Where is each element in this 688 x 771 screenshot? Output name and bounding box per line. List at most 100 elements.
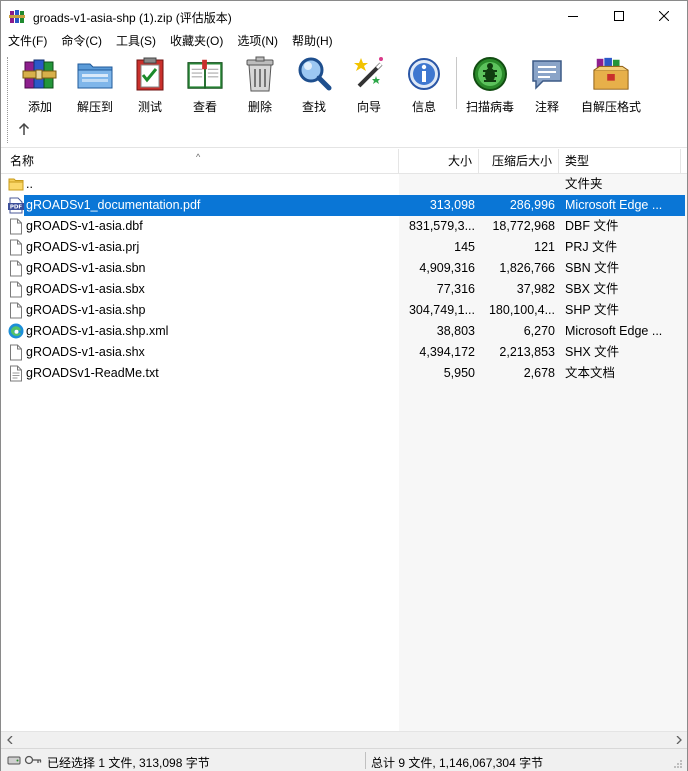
file-row[interactable]: gROADSv1-ReadMe.txt 5,950 2,678 文本文档 [1,363,685,384]
file-type: 文件夹 [565,177,603,191]
file-size: 77,316 [436,282,475,296]
key-icon [24,754,42,769]
file-type: DBF 文件 [565,219,619,233]
file-rows: .. 文件夹 PDF gROADSv1_documentation.pdf 313,09… [1,174,687,384]
file-name: .. [26,177,33,191]
menu-commands[interactable]: 命令(C) [54,31,109,51]
delete-button[interactable]: 删除 [243,55,277,117]
books-add-icon [21,55,59,93]
file-name: gROADS-v1-asia.prj [26,240,140,254]
comment-icon [528,55,566,93]
menu-file[interactable]: 文件(F) [1,31,54,51]
wizard-button[interactable]: 向导 [351,55,387,117]
scan-virus-button[interactable]: 扫描病毒 [464,55,516,117]
maximize-button[interactable] [596,1,642,31]
edge-icon [8,323,24,340]
file-type: PRJ 文件 [565,240,618,254]
file-row[interactable]: PDF gROADSv1_documentation.pdf 313,098 286,… [1,195,685,216]
horizontal-scrollbar[interactable] [1,731,687,748]
column-header-packed[interactable]: 压缩后大小 [479,149,559,173]
test-button[interactable]: 测试 [133,55,167,117]
file-packed-size: 1,826,766 [499,261,555,275]
file-size: 4,394,172 [419,345,475,359]
file-row[interactable]: gROADS-v1-asia.sbn 4,909,316 1,826,766 SBN … [1,258,685,279]
file-packed-size: 37,982 [516,282,555,296]
sfx-button[interactable]: 自解压格式 [580,55,642,117]
book-view-icon [186,55,224,93]
column-header-size[interactable]: 大小 [399,149,479,173]
text-file-icon [8,365,24,382]
file-packed-size: 286,996 [509,198,555,212]
file-row[interactable]: gROADS-v1-asia.prj 145 121 PRJ 文件 [1,237,685,258]
find-button[interactable]: 查找 [296,55,332,117]
arrow-up-icon [18,122,30,139]
column-header-more[interactable] [681,149,687,173]
file-type: Microsoft Edge ... [565,324,663,338]
column-header-name[interactable]: ^ 名称 [1,149,399,173]
file-packed-size: 180,100,4... [488,303,555,317]
status-divider [365,752,366,769]
file-name: gROADS-v1-asia.shp.xml [26,324,169,338]
file-type: SBX 文件 [565,282,619,296]
column-header-type[interactable]: 类型 [559,149,681,173]
file-name: gROADS-v1-asia.sbn [26,261,146,275]
trash-icon [241,55,279,93]
title-bar[interactable]: groads-v1-asia-shp (1).zip (评估版本) [1,1,687,31]
resize-grip-icon[interactable] [673,758,683,768]
file-name: gROADSv1_documentation.pdf [26,198,201,212]
file-row[interactable]: gROADS-v1-asia.shp 304,749,1... 180,100,4.… [1,300,685,321]
file-type: SBN 文件 [565,261,620,275]
file-icon [8,218,24,235]
file-list: ^ 名称 大小 压缩后大小 类型 .. 文件夹 PDF gROADSv1_docume… [1,149,687,731]
file-name: gROADS-v1-asia.sbx [26,282,145,296]
comment-button[interactable]: 注释 [530,55,564,117]
toolbar-divider [1,147,687,148]
file-type: Microsoft Edge ... [565,198,663,212]
file-type: SHX 文件 [565,345,620,359]
up-folder-button[interactable] [15,121,33,139]
menu-favorites[interactable]: 收藏夹(O) [163,31,230,51]
toolbar-grip[interactable] [7,57,9,143]
scroll-right-button[interactable] [670,732,687,748]
menu-options[interactable]: 选项(N) [230,31,285,51]
file-size [399,174,475,195]
info-icon [405,55,443,93]
file-row[interactable]: gROADS-v1-asia.shx 4,394,172 2,213,853 SHX … [1,342,685,363]
file-row[interactable]: .. 文件夹 [1,174,685,195]
status-icons [7,754,42,769]
toolbar: 添加 解压到 测试 查看 删除 查找 向导 信息 扫描病毒 注释 自解压格式 [1,51,687,149]
file-icon [8,302,24,319]
menu-bar: 文件(F) 命令(C) 工具(S) 收藏夹(O) 选项(N) 帮助(H) [1,31,687,51]
wizard-label: 向导 [356,100,381,114]
folder-icon [8,176,24,193]
drive-icon [7,754,21,769]
add-label: 添加 [27,100,52,114]
clipboard-test-icon [131,55,169,93]
add-button[interactable]: 添加 [19,55,61,117]
file-row[interactable]: gROADS-v1-asia.dbf 831,579,3... 18,772,968… [1,216,685,237]
menu-tools[interactable]: 工具(S) [109,31,163,51]
minimize-button[interactable] [550,1,596,31]
comment-label: 注释 [534,100,559,114]
view-button[interactable]: 查看 [183,55,227,117]
scan-virus-label: 扫描病毒 [465,100,514,114]
file-type: 文本文档 [565,366,616,380]
wizard-wand-icon [350,55,388,93]
sort-ascending-icon: ^ [196,152,201,162]
status-bar: 已经选择 1 文件, 313,098 字节 总计 9 文件, 1,146,067… [1,748,687,771]
file-row[interactable]: gROADS-v1-asia.shp.xml 38,803 6,270 Microso… [1,321,685,342]
menu-help[interactable]: 帮助(H) [285,31,340,51]
delete-label: 删除 [247,100,272,114]
file-packed-size: 121 [534,240,555,254]
info-button[interactable]: 信息 [406,55,442,117]
extract-to-button[interactable]: 解压到 [73,55,117,117]
window-title: groads-v1-asia-shp (1).zip (评估版本) [33,11,232,25]
close-button[interactable] [641,1,687,31]
magnifier-icon [295,55,333,93]
scroll-left-button[interactable] [1,732,18,748]
file-type: SHP 文件 [565,303,619,317]
file-icon [8,239,24,256]
file-row[interactable]: gROADS-v1-asia.sbx 77,316 37,982 SBX 文件 [1,279,685,300]
file-packed-size [479,174,555,195]
file-name: gROADSv1-ReadMe.txt [26,366,159,380]
